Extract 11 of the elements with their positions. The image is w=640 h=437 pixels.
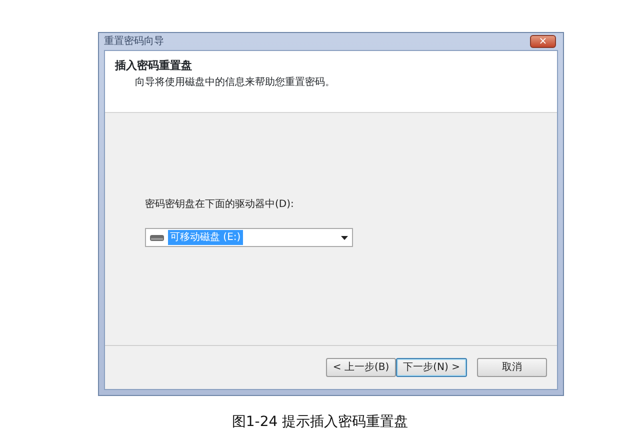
dropdown-arrow-icon <box>341 236 348 240</box>
field-label: 密码密钥盘在下面的驱动器中(D): <box>145 198 295 212</box>
header-subtitle: 向导将使用磁盘中的信息来帮助您重置密码。 <box>134 76 336 90</box>
header-title: 插入密码重置盘 <box>115 58 193 74</box>
next-button[interactable]: 下一步(N) > <box>396 358 467 377</box>
back-button[interactable]: < 上一步(B) <box>326 358 396 377</box>
drive-icon <box>150 234 164 241</box>
cancel-button[interactable]: 取消 <box>477 358 547 377</box>
caption-text: 图1-24 提示插入密码重置盘 <box>232 414 408 430</box>
window-title: 重置密码向导 <box>104 34 164 49</box>
selected-value: 可移动磁盘 (E:) <box>168 230 243 245</box>
